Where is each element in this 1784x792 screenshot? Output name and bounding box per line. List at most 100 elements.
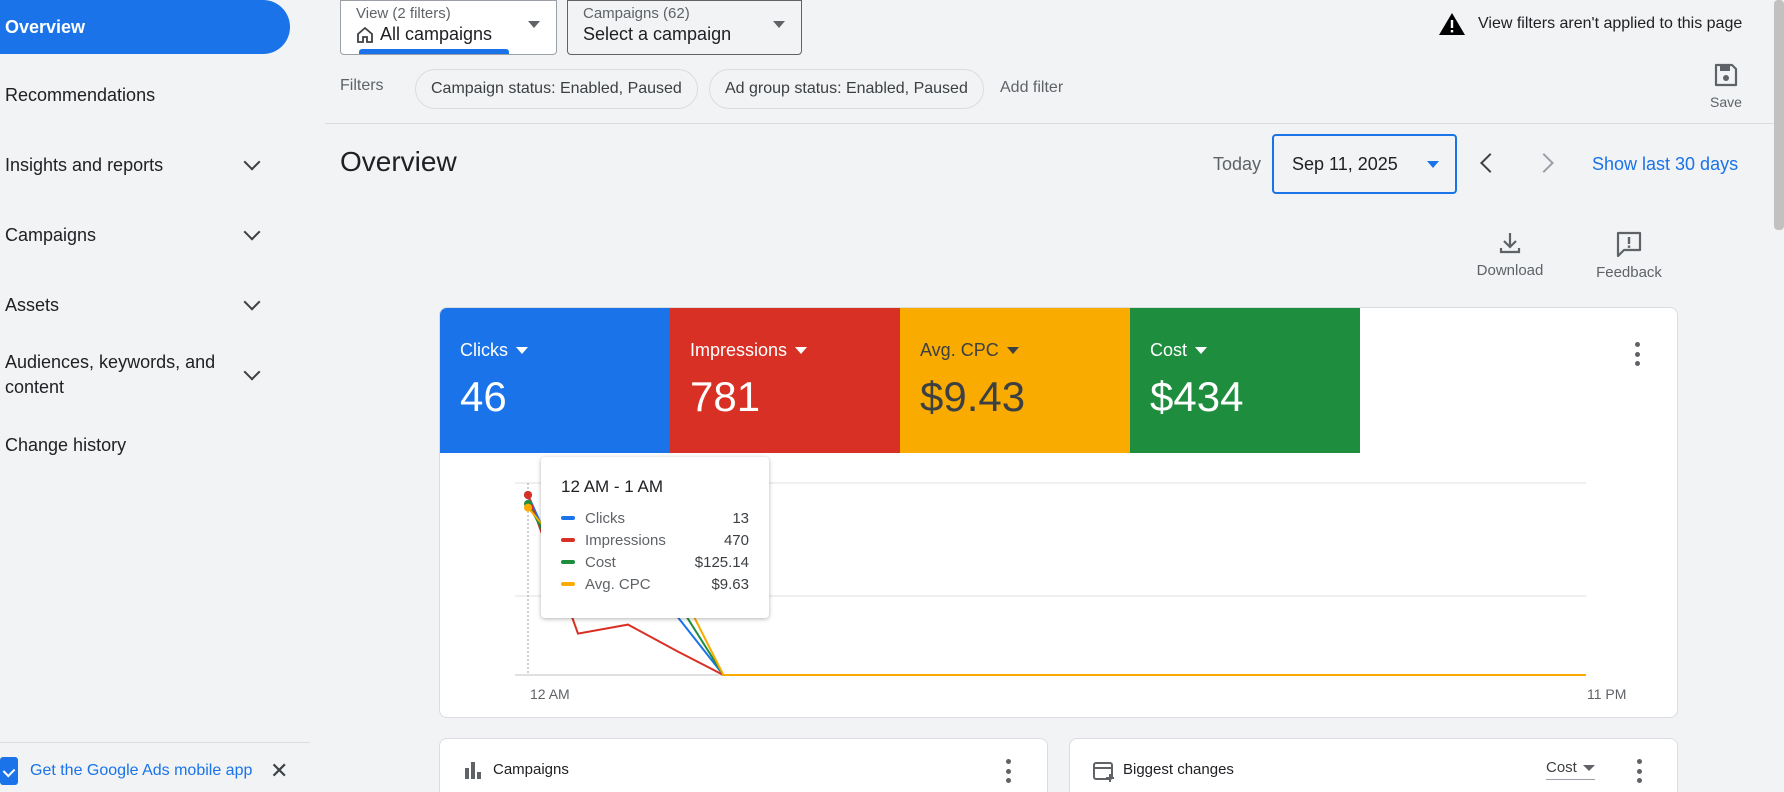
chart-point xyxy=(524,491,532,499)
previous-period-icon[interactable] xyxy=(1480,153,1500,173)
warning-icon xyxy=(1439,13,1465,35)
date-value: Sep 11, 2025 xyxy=(1292,153,1398,174)
save-button[interactable]: Save xyxy=(1700,62,1752,110)
campaigns-card: Campaigns xyxy=(439,738,1048,792)
sidebar-item-label: Audiences, keywords, and content xyxy=(5,352,216,397)
campaign-selector[interactable]: Campaigns (62) Select a campaign xyxy=(567,0,802,55)
metric-label: Avg. CPC xyxy=(920,340,999,360)
campaign-selector-caption: Campaigns (62) xyxy=(583,5,690,22)
bar-chart-icon xyxy=(465,762,481,779)
tooltip-row-impressions: Impressions 470 xyxy=(561,529,749,551)
sidebar-item-insights-and-reports[interactable]: Insights and reports xyxy=(0,138,290,192)
mobile-app-promo: Get the Google Ads mobile app ✕ xyxy=(0,756,300,786)
metric-tile-clicks[interactable]: Clicks 46 xyxy=(440,308,670,453)
metric-value: $9.43 xyxy=(920,373,1026,420)
today-label: Today xyxy=(1213,154,1262,174)
more-options-icon[interactable] xyxy=(1005,759,1011,783)
tooltip-row-clicks: Clicks 13 xyxy=(561,507,749,529)
legend-swatch xyxy=(561,538,575,542)
sidebar-item-audiences-keywords-content[interactable]: Audiences, keywords, and content xyxy=(0,343,290,407)
download-button[interactable]: Download xyxy=(1465,230,1555,279)
metric-value: 46 xyxy=(460,373,507,420)
campaigns-card-title: Campaigns xyxy=(493,761,569,778)
download-icon xyxy=(1499,233,1521,254)
chevron-down-icon xyxy=(243,293,261,311)
sidebar-item-change-history[interactable]: Change history xyxy=(0,418,290,472)
page-scrollbar[interactable] xyxy=(1774,0,1784,230)
close-icon[interactable]: ✕ xyxy=(270,756,288,786)
tooltip-metric-name: Clicks xyxy=(585,509,625,527)
legend-swatch xyxy=(561,516,575,520)
filter-chip-campaign-status[interactable]: Campaign status: Enabled, Paused xyxy=(415,69,698,109)
biggest-changes-card-title: Biggest changes xyxy=(1123,761,1234,778)
tooltip-title: 12 AM - 1 AM xyxy=(561,477,664,496)
x-axis-end-label: 11 PM xyxy=(1587,686,1626,702)
tooltip-metric-value: $125.14 xyxy=(694,553,749,571)
chevron-down-icon xyxy=(243,223,261,241)
show-last-30-days-link[interactable]: Show last 30 days xyxy=(1592,154,1738,175)
sidebar-item-recommendations[interactable]: Recommendations xyxy=(0,68,290,122)
chevron-down-icon xyxy=(243,153,261,171)
page-title: Overview xyxy=(340,146,457,177)
sidebar-item-label: Recommendations xyxy=(5,84,156,105)
x-axis-start-label: 12 AM xyxy=(530,686,570,702)
tooltip-metric-name: Cost xyxy=(585,553,616,571)
dropdown-arrow-icon xyxy=(1006,347,1019,354)
view-selector[interactable]: View (2 filters) All campaigns xyxy=(340,0,557,55)
download-label: Download xyxy=(1476,262,1544,279)
filter-chip-ad-group-status[interactable]: Ad group status: Enabled, Paused xyxy=(709,69,984,109)
sidebar-item-assets[interactable]: Assets xyxy=(0,278,290,332)
save-icon xyxy=(1714,63,1738,87)
metric-tile-impressions[interactable]: Impressions 781 xyxy=(670,308,900,453)
add-filter-button[interactable]: Add filter xyxy=(1000,79,1063,97)
next-period-icon[interactable] xyxy=(1534,153,1554,173)
tooltip-metric-value: 13 xyxy=(732,509,749,527)
sidebar-item-label: Insights and reports xyxy=(5,154,164,175)
view-selector-caption: View (2 filters) xyxy=(356,5,451,22)
metric-value: 781 xyxy=(690,373,761,420)
sidebar-item-label: Campaigns xyxy=(5,224,97,245)
feedback-button[interactable]: Feedback xyxy=(1584,230,1674,281)
dropdown-arrow-icon xyxy=(795,347,808,354)
sidebar-item-label: Change history xyxy=(5,434,127,455)
phone-download-icon xyxy=(0,757,18,785)
sidebar-item-campaigns[interactable]: Campaigns xyxy=(0,208,290,262)
filter-chip-label: Ad group status: Enabled, Paused xyxy=(725,80,968,97)
metric-selector[interactable]: Cost xyxy=(1546,759,1595,780)
legend-swatch xyxy=(561,582,575,586)
mobile-app-link[interactable]: Get the Google Ads mobile app xyxy=(30,762,252,780)
tooltip-metric-value: 470 xyxy=(723,531,749,549)
warning-text: View filters aren't applied to this page xyxy=(1478,15,1743,32)
metric-tile-cost[interactable]: Cost $434 xyxy=(1130,308,1360,453)
view-selector-value: All campaigns xyxy=(380,24,493,44)
legend-swatch xyxy=(561,560,575,564)
tooltip-metric-name: Avg. CPC xyxy=(585,575,651,593)
view-filters-warning: View filters aren't applied to this page xyxy=(1438,12,1742,36)
more-options-icon[interactable] xyxy=(1636,759,1642,783)
sidebar-divider xyxy=(0,742,310,743)
sidebar-item-overview[interactable]: Overview xyxy=(0,0,290,54)
sidebar-nav: Overview Recommendations Insights and re… xyxy=(0,0,310,792)
metric-label: Impressions xyxy=(690,340,788,360)
tooltip-metric-name: Impressions xyxy=(585,531,666,549)
metric-tile-avg-cpc[interactable]: Avg. CPC $9.43 xyxy=(900,308,1130,453)
dropdown-arrow-icon xyxy=(1427,161,1439,168)
filters-label: Filters xyxy=(340,77,384,94)
biggest-changes-card: Biggest changes Cost xyxy=(1069,738,1678,792)
dropdown-arrow-icon xyxy=(528,21,540,28)
save-label: Save xyxy=(1710,94,1742,110)
date-range-picker[interactable]: Sep 11, 2025 xyxy=(1272,134,1457,194)
performance-card: Clicks 46 Impressions 781 Avg. CPC $9.43… xyxy=(439,307,1678,718)
tooltip-row-cost: Cost $125.14 xyxy=(561,551,749,573)
tooltip-row-avg-cpc: Avg. CPC $9.63 xyxy=(561,573,749,595)
metric-value: $434 xyxy=(1150,373,1244,420)
view-selector-indicator xyxy=(359,49,509,54)
dropdown-arrow-icon xyxy=(1582,764,1595,771)
sidebar-item-label: Overview xyxy=(5,16,86,37)
metric-label: Cost xyxy=(1150,340,1188,360)
dropdown-arrow-icon xyxy=(1195,347,1208,354)
sidebar-item-label: Assets xyxy=(5,294,60,315)
header-divider xyxy=(325,123,1784,124)
more-options-icon[interactable] xyxy=(1634,342,1640,366)
biggest-changes-icon xyxy=(1093,762,1114,782)
